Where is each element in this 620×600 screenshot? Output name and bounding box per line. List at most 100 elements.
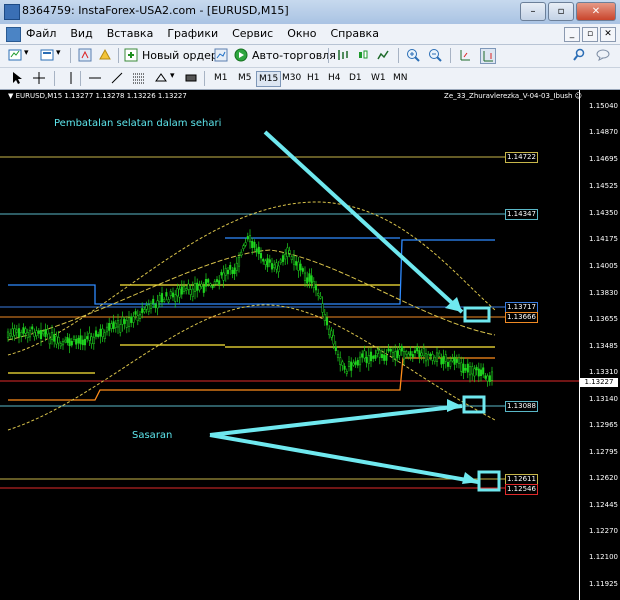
candle-body (116, 320, 120, 328)
candle-body (367, 355, 370, 364)
auto-trading-button[interactable]: Авто-торговля (252, 49, 336, 62)
templates-icon[interactable] (184, 71, 198, 85)
candle-body (490, 371, 494, 381)
candle-body (68, 338, 71, 347)
auto-trading-icon[interactable] (234, 48, 248, 62)
arrow-to-target-1 (209, 404, 463, 437)
candle-body (59, 343, 62, 347)
timeframe-h1[interactable]: H1 (305, 71, 322, 85)
chat-icon[interactable] (596, 48, 610, 62)
toolbar-separator (328, 48, 329, 63)
crosshair-icon[interactable] (32, 71, 46, 85)
candle-body (255, 248, 258, 253)
candle-body (48, 338, 51, 345)
candle-body (378, 350, 381, 358)
arrow-head-icon (447, 399, 462, 412)
bar-chart-icon[interactable] (336, 48, 350, 62)
menu-view[interactable]: Вид (70, 27, 92, 40)
zoom-in-icon[interactable] (406, 48, 420, 62)
chart-shift-icon[interactable] (458, 48, 472, 62)
menu-insert[interactable]: Вставка (107, 27, 154, 40)
candle-body (119, 324, 122, 333)
menu-window[interactable]: Окно (287, 27, 316, 40)
mdi-close-button[interactable]: ✕ (600, 27, 616, 42)
mdi-minimize-button[interactable]: _ (564, 27, 580, 42)
candle-body (334, 346, 337, 352)
menu-file[interactable]: Файл (26, 27, 56, 40)
vertical-line-icon[interactable] (64, 71, 78, 85)
candle-body (422, 348, 425, 357)
candle-body (244, 242, 247, 246)
candle-body (72, 336, 76, 340)
cursor-icon[interactable] (10, 71, 24, 85)
candle-body (22, 327, 25, 334)
candle-body (354, 361, 357, 365)
candle-body (290, 256, 293, 260)
chart-area[interactable]: ▼ EURUSD,M15 1.13277 1.13278 1.13226 1.1… (0, 90, 620, 600)
minimize-button[interactable]: – (520, 2, 546, 21)
line-chart-icon[interactable] (376, 48, 390, 62)
new-chart-dropdown-icon[interactable]: ▾ (24, 48, 29, 58)
shapes-icon[interactable] (154, 71, 168, 85)
shapes-dropdown-icon[interactable]: ▾ (170, 71, 175, 81)
history-center-icon[interactable] (214, 48, 228, 62)
candle-body (28, 330, 32, 338)
fibonacci-icon[interactable] (132, 71, 146, 85)
candle-body (460, 362, 463, 372)
new-chart-icon[interactable] (8, 48, 22, 62)
maximize-button[interactable]: ▫ (548, 2, 574, 21)
candle-body (279, 259, 282, 264)
axis-tick-label: 1.13140 (589, 395, 618, 403)
horizontal-line-icon[interactable] (88, 71, 102, 85)
mdi-restore-button[interactable]: ▫ (582, 27, 598, 42)
candle-body (26, 332, 29, 338)
menu-help[interactable]: Справка (330, 27, 378, 40)
candle-body (259, 253, 263, 259)
timeframe-d1[interactable]: D1 (347, 71, 364, 85)
candle-body (11, 328, 14, 337)
timeframe-h4[interactable]: H4 (326, 71, 343, 85)
candle-body (213, 281, 216, 285)
profiles-dropdown-icon[interactable]: ▾ (56, 48, 61, 58)
new-order-button[interactable]: Новый ордер (142, 49, 218, 62)
auto-scroll-icon[interactable] (480, 48, 496, 64)
profiles-icon[interactable] (40, 48, 54, 62)
timeframe-mn[interactable]: MN (391, 71, 410, 85)
toolbar-separator (204, 71, 205, 86)
candle-body (55, 335, 58, 345)
timeframe-w1[interactable]: W1 (369, 71, 388, 85)
timeframe-m1[interactable]: M1 (212, 71, 230, 85)
close-button[interactable]: ✕ (576, 2, 616, 21)
zoom-out-icon[interactable] (428, 48, 442, 62)
new-order-icon[interactable] (124, 48, 138, 62)
market-watch-icon[interactable] (78, 48, 92, 62)
price-chart[interactable] (0, 90, 580, 600)
candle-body (200, 283, 203, 287)
window-title: 8364759: InstaForex-USA2.com - [EURUSD,M… (22, 4, 289, 17)
candle-body (83, 338, 87, 346)
candle-body (328, 328, 331, 336)
axis-tick-label: 1.12620 (589, 474, 618, 482)
candle-body (138, 313, 142, 319)
search-icon[interactable] (572, 48, 586, 62)
candle-body (176, 288, 179, 297)
timeframe-m15[interactable]: M15 (256, 71, 282, 87)
candle-body (17, 328, 21, 338)
menu-tools[interactable]: Сервис (232, 27, 273, 40)
candle-body (416, 347, 419, 352)
timeframe-m5[interactable]: M5 (236, 71, 254, 85)
navigator-icon[interactable] (98, 48, 112, 62)
candle-body (288, 250, 291, 254)
menu-charts[interactable]: Графики (167, 27, 218, 40)
candle-body (127, 317, 131, 327)
candlestick-icon[interactable] (356, 48, 370, 62)
candle-body (374, 354, 377, 359)
level-label: 1.14347 (505, 209, 538, 220)
candle-body (6, 331, 10, 339)
trendline-icon[interactable] (110, 71, 124, 85)
candle-body (101, 328, 104, 338)
timeframe-m30[interactable]: M30 (280, 71, 303, 85)
candle-body (438, 352, 441, 357)
candle-body (66, 337, 69, 343)
candle-body (442, 356, 445, 364)
